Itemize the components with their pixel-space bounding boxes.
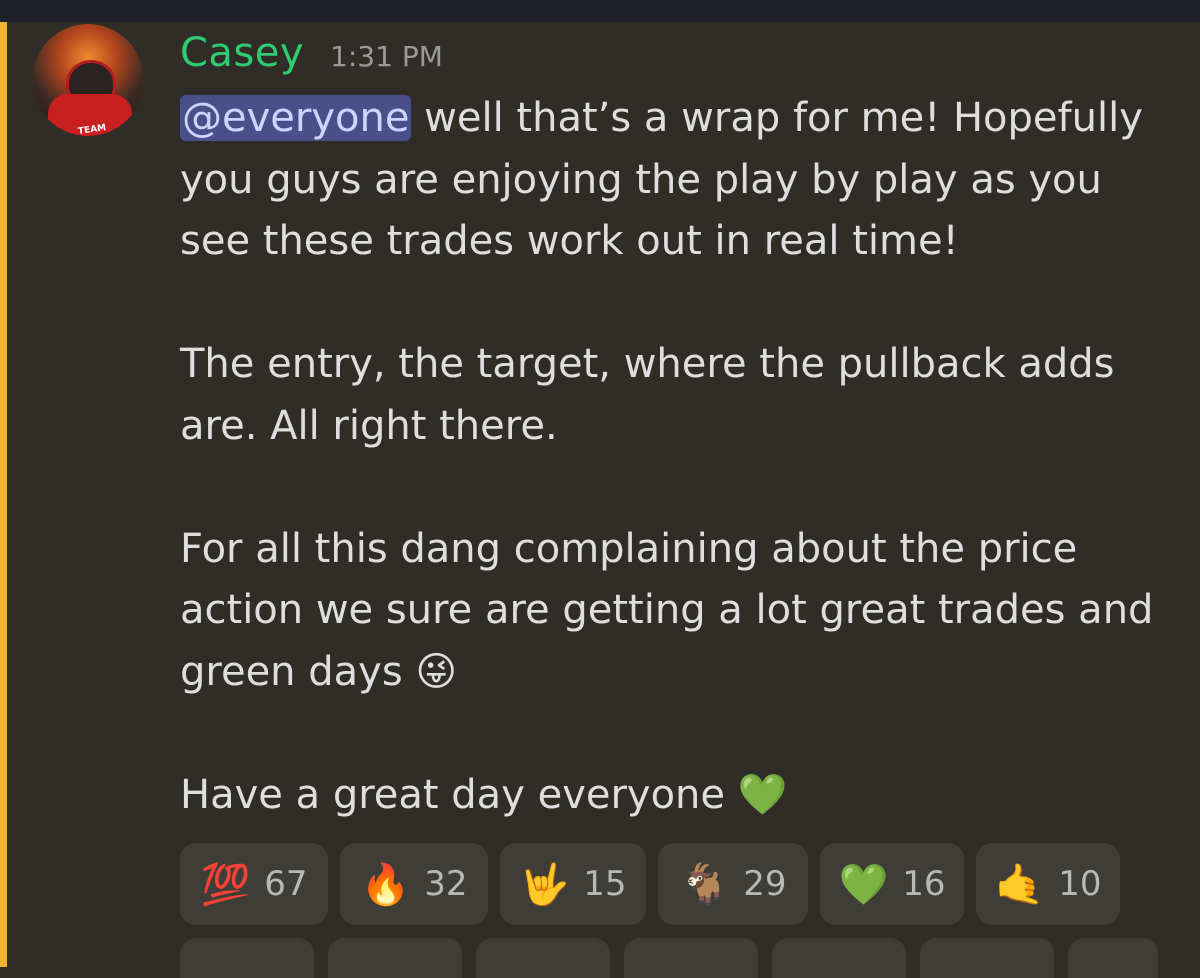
reaction-partial[interactable] <box>1068 938 1158 978</box>
message-paragraph-2: The entry, the target, where the pullbac… <box>180 341 1115 449</box>
reaction-fire[interactable]: 🔥 32 <box>340 843 488 925</box>
reaction-100[interactable]: 💯 67 <box>180 843 328 925</box>
green-heart-icon: 💚 <box>838 861 889 908</box>
reaction-partial[interactable] <box>624 938 758 978</box>
message-paragraph-1: @everyone well that’s a wrap for me! Hop… <box>180 88 1170 273</box>
reaction-goat[interactable]: 🐐 29 <box>658 843 808 925</box>
reaction-count: 29 <box>743 864 787 904</box>
hundred-points-icon: 💯 <box>200 861 251 908</box>
message-body: @everyone well that’s a wrap for me! Hop… <box>180 88 1170 826</box>
reaction-count: 16 <box>902 864 946 904</box>
reaction-count: 67 <box>264 864 308 904</box>
mention-highlight-stripe <box>0 22 7 967</box>
reaction-love-you-gesture[interactable]: 🤟 15 <box>500 843 646 925</box>
call-me-hand-icon: 🤙 <box>994 861 1045 908</box>
reactions-row: 💯 67 🔥 32 🤟 15 🐐 29 💚 16 🤙 10 <box>180 843 1120 925</box>
username[interactable]: Casey <box>180 30 304 76</box>
timestamp[interactable]: 1:31 PM <box>330 40 443 73</box>
fire-icon: 🔥 <box>360 861 411 908</box>
love-you-gesture-icon: 🤟 <box>519 861 570 908</box>
top-bar <box>0 0 1200 22</box>
message-paragraph-4: Have a great day everyone 💚 <box>180 771 788 818</box>
message-paragraph-3: For all this dang complaining about the … <box>180 525 1154 695</box>
avatar[interactable]: TEAM <box>32 24 144 136</box>
reaction-partial[interactable] <box>180 938 314 978</box>
reaction-count: 15 <box>583 864 627 904</box>
message-header: Casey 1:31 PM <box>180 30 443 76</box>
goat-icon: 🐐 <box>679 861 730 908</box>
reaction-partial[interactable] <box>476 938 610 978</box>
reaction-call-me-hand[interactable]: 🤙 10 <box>976 843 1120 925</box>
reaction-partial[interactable] <box>920 938 1054 978</box>
reaction-count: 10 <box>1058 864 1102 904</box>
reaction-green-heart[interactable]: 💚 16 <box>820 843 964 925</box>
reactions-row-2 <box>180 938 1158 978</box>
reaction-partial[interactable] <box>328 938 462 978</box>
mention-everyone[interactable]: @everyone <box>180 95 412 141</box>
reaction-partial[interactable] <box>772 938 906 978</box>
reaction-count: 32 <box>424 864 468 904</box>
